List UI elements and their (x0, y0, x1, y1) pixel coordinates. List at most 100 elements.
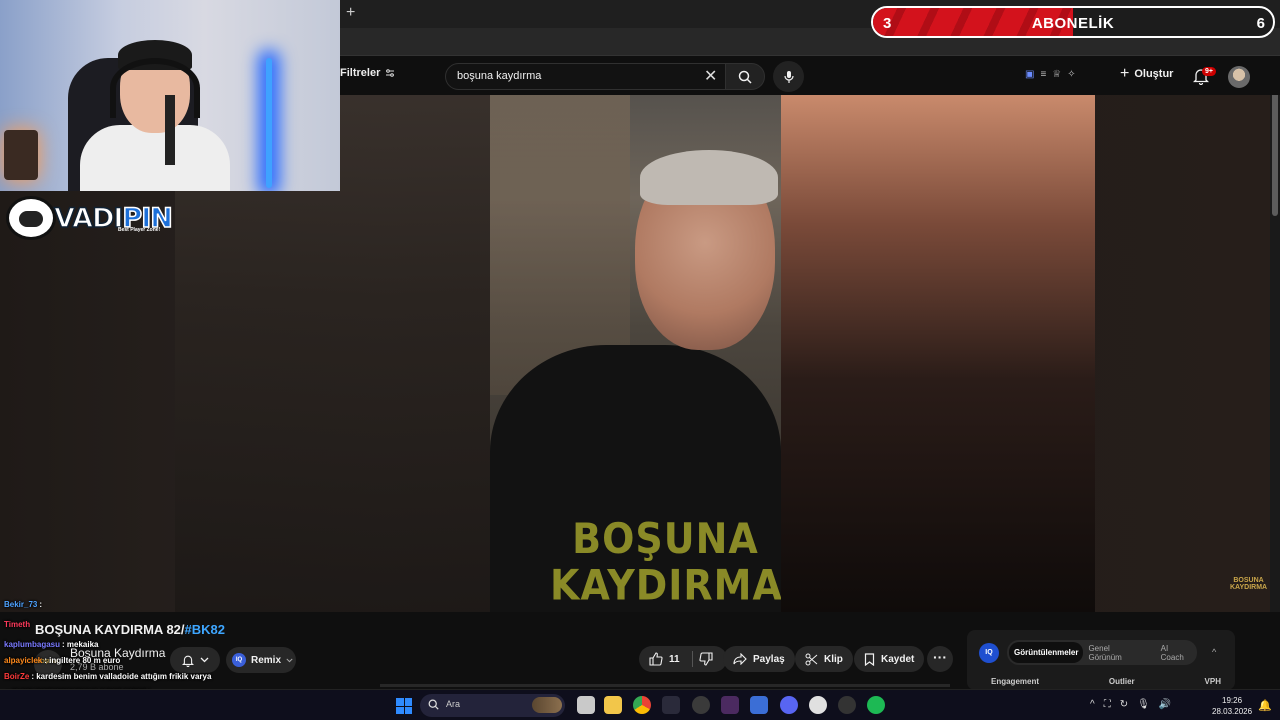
chat-username: Timeth (4, 620, 31, 629)
notification-count-badge: 9+ (1202, 67, 1216, 76)
chat-message: alpayiclek: ingiltere 80 m euro (4, 656, 120, 665)
analytics-tabs: Görüntülenmeler Genel Görünüm AI Coach (1007, 640, 1197, 665)
stream-logo-mascot-icon (6, 196, 56, 240)
obs-icon[interactable] (809, 696, 827, 714)
filter-sliders-icon (386, 69, 395, 77)
discord-icon[interactable] (780, 696, 798, 714)
chat-username: kaplumbagasu (4, 640, 61, 649)
tab-overview[interactable]: Genel Görünüm (1083, 644, 1147, 662)
account-avatar[interactable] (1228, 66, 1250, 88)
webcam-streamer-shirt (80, 125, 230, 191)
chat-text: : mekaika (62, 640, 99, 649)
volume-icon[interactable]: 🔊 (1159, 699, 1171, 710)
streamer-webcam (0, 0, 340, 191)
list-icon[interactable]: ≡ (1040, 69, 1046, 80)
thumbs-down-icon[interactable] (699, 652, 713, 666)
windows-start-button[interactable] (396, 698, 412, 714)
taskbar-clock[interactable]: 19:26 28.03.2026 (1212, 695, 1252, 717)
column-outlier: Outlier (1108, 677, 1135, 686)
tray-chevron-icon[interactable]: ^ (1090, 699, 1095, 710)
bookmark-icon (864, 652, 875, 666)
taskbar-search-icon (428, 699, 439, 710)
webcam-headset (110, 58, 200, 118)
column-vph: VPH (1204, 677, 1221, 686)
trophy-icon[interactable]: ♕ (1052, 69, 1061, 80)
chat-username: Bekir_73 (4, 600, 38, 609)
chat-username: alpayiclek (4, 656, 43, 665)
tab-views[interactable]: Görüntülenmeler (1009, 642, 1084, 663)
plus-icon: + (1120, 65, 1130, 82)
webcam-desk-lamp (4, 130, 38, 180)
search-button[interactable] (725, 63, 765, 90)
screen: + – ▢ ✕ ⬒ ☆ ⧉ ☰ ◉ ⋮ 3 ABONELİK 6 BOŞUNA (0, 0, 1280, 720)
editor-app-icon[interactable] (721, 696, 739, 714)
like-dislike-group: 11 (639, 646, 727, 672)
chat-username: BoirZe (4, 672, 30, 681)
chat-message: BoirZe: kardesim benim valladoide attığı… (4, 672, 211, 681)
save-label: Kaydet (881, 653, 915, 665)
notification-center-icon[interactable]: 🔔 (1258, 699, 1272, 712)
like-divider (691, 651, 693, 667)
capcut-icon[interactable] (662, 696, 680, 714)
clip-button[interactable]: Klip (795, 646, 853, 672)
video-person-hair (640, 150, 778, 205)
chrome-icon[interactable] (633, 696, 651, 714)
tray-app-icon[interactable]: ⛶ (1104, 699, 1111, 710)
file-explorer-icon[interactable] (604, 696, 622, 714)
spotify-icon[interactable] (867, 696, 885, 714)
sparkle-icon[interactable]: ✧ (1067, 69, 1075, 80)
webcam-streamer (80, 40, 230, 191)
search-icon (738, 70, 752, 84)
extension-icons: ▣ ≡ ♕ ✧ (1025, 69, 1076, 80)
webcam-microphone-arm (165, 95, 175, 165)
chat-text: : (39, 600, 43, 609)
filters-button[interactable]: Filtreler (340, 67, 395, 79)
search-input[interactable]: boşuna kaydırma (445, 63, 735, 90)
task-view-icon[interactable] (577, 696, 595, 714)
network-app-icon[interactable] (750, 696, 768, 714)
vidiq-analytics-panel: IQ Görüntülenmeler Genel Görünüm AI Coac… (967, 630, 1235, 690)
create-label: Oluştur (1134, 68, 1174, 80)
vidiq-icon[interactable]: ▣ (1025, 69, 1034, 80)
youtube-header: Filtreler boşuna kaydırma ✕ ▣ ≡ ♕ ✧ + Ol… (340, 57, 1280, 95)
more-actions-button[interactable]: ··· (927, 646, 953, 672)
clip-label: Klip (824, 653, 843, 665)
video-caption-line2: KAYDIRMA (550, 560, 781, 610)
shorts-video-player[interactable]: BOŞUNA KAYDIRMA (490, 95, 781, 612)
channel-watermark: BOSUNA KAYDIRMA (1230, 577, 1267, 591)
crosshair-app-icon[interactable] (692, 696, 710, 714)
new-tab-button[interactable]: + (346, 4, 355, 22)
collapse-chevron-icon[interactable]: ^ (1212, 647, 1216, 657)
system-tray: ^ ⛶ ↻ 🎙 🔊 (1090, 699, 1171, 710)
like-count: 11 (669, 653, 680, 665)
tab-ai-coach[interactable]: AI Coach (1156, 644, 1197, 662)
steam-icon[interactable] (838, 696, 856, 714)
clock-time: 19:26 (1222, 696, 1243, 705)
webcam-led-light (266, 58, 272, 188)
analytics-columns: Engagement Outlier VPH (991, 677, 1221, 686)
chat-text: : ingiltere 80 m euro (44, 656, 121, 665)
subscriber-target: 6 (1256, 15, 1265, 32)
subscriber-goal-bar: 3 ABONELİK 6 (871, 6, 1275, 38)
clear-search-icon[interactable]: ✕ (704, 66, 717, 86)
watermark-line1: BOSUNA (1233, 577, 1264, 584)
thumbs-up-icon[interactable] (649, 652, 663, 666)
chat-message: kaplumbagasu: mekaika (4, 640, 98, 649)
microphone-icon (783, 70, 794, 83)
share-button[interactable]: Paylaş (723, 646, 795, 672)
create-button[interactable]: + Oluştur (1120, 65, 1173, 83)
chat-message: Timeth (4, 620, 32, 629)
taskbar-search-highlight-image (532, 697, 562, 713)
stream-logo-main: VADI (53, 202, 124, 235)
chat-text: : kardesim benim valladoide attığım frik… (31, 672, 212, 681)
watermark-line2: KAYDIRMA (1230, 584, 1268, 591)
save-button[interactable]: Kaydet (854, 646, 925, 672)
stream-logo-subtitle: Best Player Zone! (118, 227, 161, 233)
tray-sync-icon[interactable]: ↻ (1120, 699, 1128, 710)
chat-message: Bekir_73: (4, 600, 42, 609)
windows-taskbar: Ara ^ ⛶ ↻ 🎙 🔊 19:26 28.03.2026 🔔 (0, 689, 1280, 720)
microphone-icon[interactable]: 🎙 (1137, 699, 1150, 710)
video-blur-right (781, 95, 1095, 612)
subscriber-goal-label: ABONELİK (1031, 15, 1115, 32)
voice-search-button[interactable] (773, 61, 804, 92)
